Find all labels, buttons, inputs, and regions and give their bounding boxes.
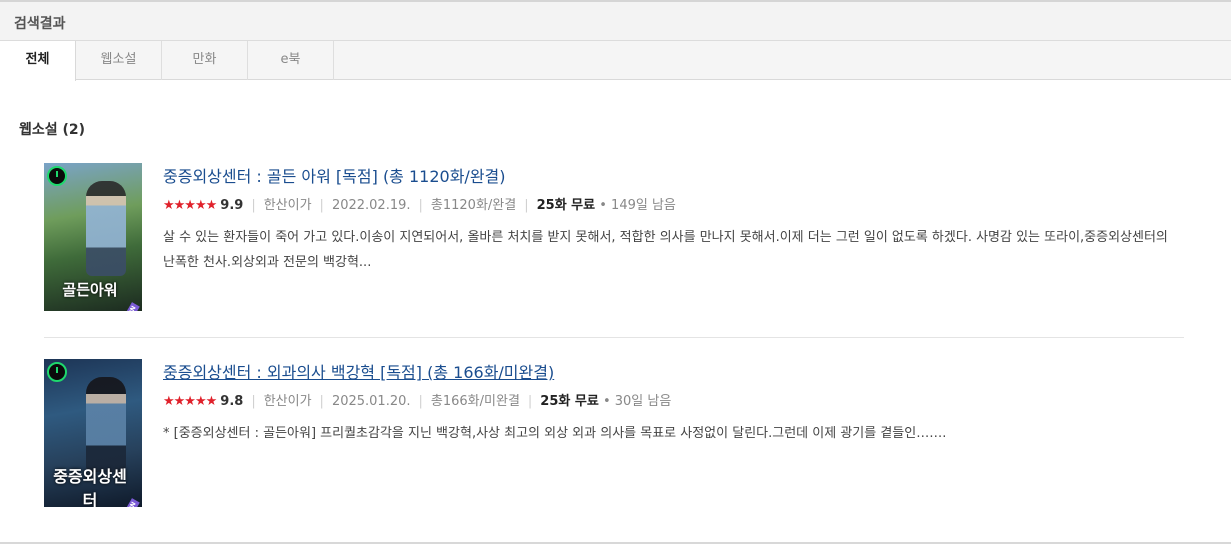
- tab-all[interactable]: 전체: [0, 41, 76, 81]
- item-info: 중증외상센터 : 외과의사 백강혁 [독점] (총 166화/미완결) ★★★★…: [163, 359, 1183, 446]
- cover-title: 골든아워: [62, 281, 118, 299]
- free-episodes: 25화 무료: [536, 198, 596, 213]
- author[interactable]: 한산이가: [264, 198, 312, 213]
- separator: |: [251, 198, 256, 213]
- bottom-border: [0, 542, 1231, 544]
- separator: |: [319, 198, 324, 213]
- item-info: 중증외상센터 : 골든 아워 [독점] (총 1120화/완결) ★★★★★ 9.…: [163, 163, 1183, 275]
- series-edition-badge: SERIES EDITION: [103, 302, 140, 311]
- timer-icon: [47, 166, 67, 186]
- separator: |: [251, 394, 256, 409]
- book-cover[interactable]: 골든아워 SERIES EDITION: [44, 163, 142, 311]
- section-title: 웹소설 (2): [19, 122, 86, 138]
- rating-value: 9.8: [220, 394, 244, 409]
- book-cover[interactable]: 중증외상센터 SERIES EDITION: [44, 359, 142, 507]
- free-episodes: 25화 무료: [540, 394, 599, 409]
- tab-webnovel[interactable]: 웹소설: [76, 41, 162, 80]
- cover-illustration: [86, 181, 126, 276]
- list-item: 골든아워 SERIES EDITION 중증외상센터 : 골든 아워 [독점] …: [44, 163, 1184, 313]
- divider: [44, 337, 1184, 338]
- separator: |: [418, 394, 423, 409]
- item-description: 살 수 있는 환자들이 죽어 가고 있다.이송이 지연되어서, 올바른 처치를 …: [163, 230, 1168, 270]
- episode-count: 총166화/미완결: [430, 394, 520, 409]
- item-description: * [중증외상센터 : 골든아워] 프리퀄초감각을 지닌 백강혁,사상 최고의 …: [163, 426, 947, 441]
- publish-date: 2025.01.20.: [331, 394, 411, 409]
- rating-value: 9.9: [220, 198, 244, 213]
- star-rating-icon: ★★★★★: [163, 394, 217, 409]
- publish-date: 2022.02.19.: [331, 198, 411, 213]
- star-rating-icon: ★★★★★: [163, 198, 217, 213]
- item-title-link[interactable]: 중증외상센터 : 외과의사 백강혁 [독점] (총 166화/미완결): [163, 359, 1183, 383]
- cover-illustration: [86, 377, 126, 472]
- item-title-link[interactable]: 중증외상센터 : 골든 아워 [독점] (총 1120화/완결): [163, 163, 1183, 187]
- days-remaining: • 149일 남음: [599, 198, 676, 213]
- separator: |: [418, 198, 423, 213]
- category-tabs: 전체 웹소설 만화 e북: [0, 41, 1231, 81]
- cover-title: 중증외상센터: [53, 467, 127, 507]
- episode-count: 총1120화/완결: [430, 198, 517, 213]
- timer-icon: [47, 362, 67, 382]
- author[interactable]: 한산이가: [264, 394, 312, 409]
- tab-ebook[interactable]: e북: [248, 41, 334, 80]
- tab-comic[interactable]: 만화: [162, 41, 248, 80]
- search-results-header: 검색결과: [0, 0, 1231, 41]
- separator: |: [524, 198, 529, 213]
- list-item: 중증외상센터 SERIES EDITION 중증외상센터 : 외과의사 백강혁 …: [44, 359, 1184, 509]
- separator: |: [319, 394, 324, 409]
- days-remaining: • 30일 남음: [602, 394, 672, 409]
- item-meta: ★★★★★ 9.8 | 한산이가 | 2025.01.20. | 총166화/미완결 | 25화 …: [163, 393, 1183, 411]
- page-title: 검색결과: [14, 16, 66, 32]
- item-meta: ★★★★★ 9.9 | 한산이가 | 2022.02.19. | 총1120화/완결 | 25화 …: [163, 197, 1183, 215]
- separator: |: [527, 394, 533, 409]
